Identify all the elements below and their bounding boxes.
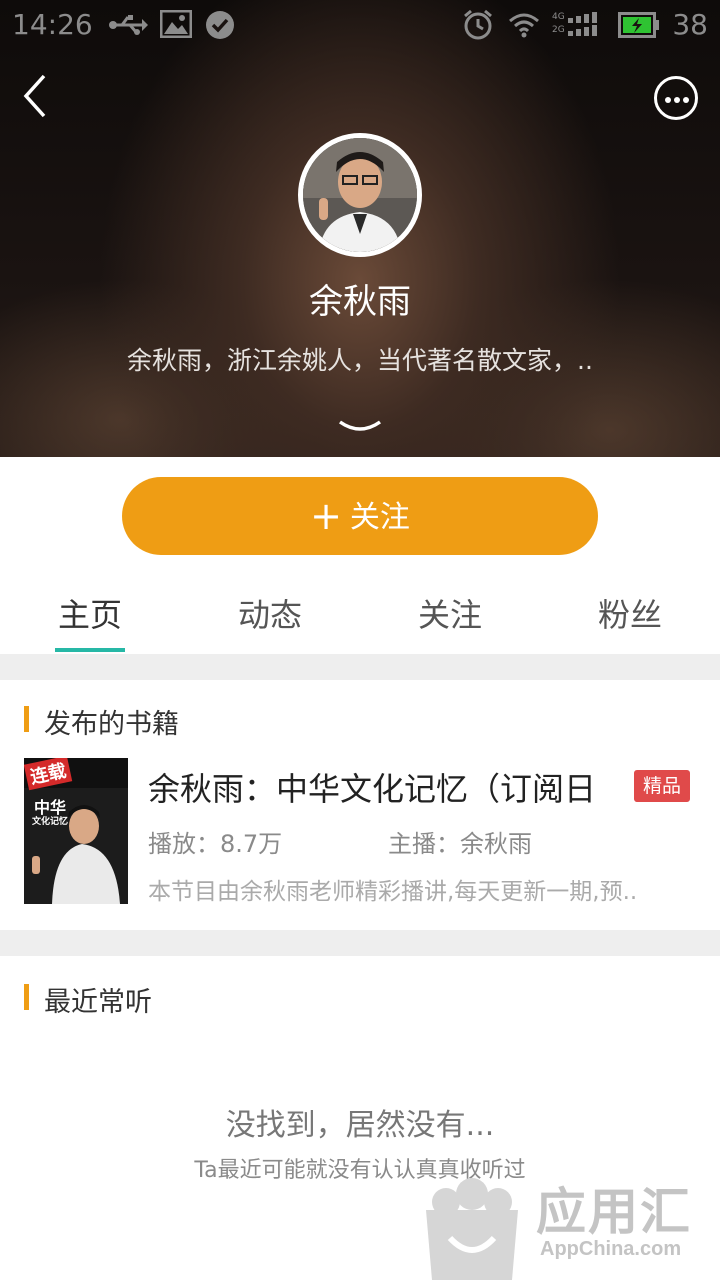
avatar <box>298 133 422 257</box>
signal-icon: 4G 2G <box>552 12 606 38</box>
follow-button-label: 关注 <box>349 500 410 535</box>
appchina-logo-icon <box>426 1178 518 1280</box>
image-icon <box>160 10 192 38</box>
tab-indicator <box>55 648 125 652</box>
section-divider <box>0 654 720 680</box>
usb-icon <box>109 15 148 35</box>
status-time: 14:26 <box>12 8 93 41</box>
battery-percent: 38 <box>672 8 708 41</box>
plus-icon: + <box>310 494 342 538</box>
network-label-4g: 4G <box>552 12 565 22</box>
tab-fans[interactable]: 粉丝 <box>540 590 720 636</box>
more-options-button[interactable] <box>654 76 698 120</box>
appchina-watermark: 应用汇 AppChina.com <box>420 1158 720 1280</box>
watermark-subtext: AppChina.com <box>540 1238 682 1260</box>
wifi-icon <box>509 13 539 38</box>
chevron-down-icon[interactable] <box>338 418 382 436</box>
tab-following[interactable]: 关注 <box>360 590 540 636</box>
author-description[interactable]: 余秋雨，浙江余姚人，当代著名散文家，.. <box>0 341 720 377</box>
follow-button[interactable]: + 关注 <box>122 477 598 555</box>
network-label-2g: 2G <box>552 25 565 35</box>
check-icon <box>206 11 234 39</box>
book-title: 余秋雨：中华文化记忆（订阅日 <box>148 770 597 808</box>
book-cover: 连载 中华 文化记忆 <box>24 758 128 904</box>
battery-icon <box>618 12 659 38</box>
profile-header: 14:26 4G 2G 38 余秋雨 余秋雨，浙江余姚人，当代著名散文家，.. <box>0 0 720 457</box>
back-icon[interactable] <box>14 70 62 122</box>
status-bar: 14:26 4G 2G 38 <box>0 0 720 50</box>
book-plays: 播放：8.7万 <box>148 830 283 858</box>
published-books-title: 发布的书籍 <box>24 702 179 741</box>
empty-state-title: 没找到，居然没有... <box>225 1108 495 1143</box>
watermark-text: 应用汇 <box>536 1183 692 1241</box>
alarm-icon <box>464 9 492 40</box>
book-host: 主播：余秋雨 <box>388 830 532 858</box>
author-name: 余秋雨 <box>309 282 411 322</box>
book-cover-caption: 文化记忆 <box>32 817 69 827</box>
section-divider <box>0 930 720 956</box>
book-description: 本节目由余秋雨老师精彩播讲,每天更新一期,预.. <box>148 879 638 905</box>
tab-home[interactable]: 主页 <box>0 590 180 636</box>
recent-listens-title: 最近常听 <box>24 980 152 1019</box>
tab-activity[interactable]: 动态 <box>180 590 360 636</box>
profile-tabs: 主页 动态 关注 粉丝 <box>0 582 720 652</box>
premium-badge: 精品 <box>634 770 690 802</box>
